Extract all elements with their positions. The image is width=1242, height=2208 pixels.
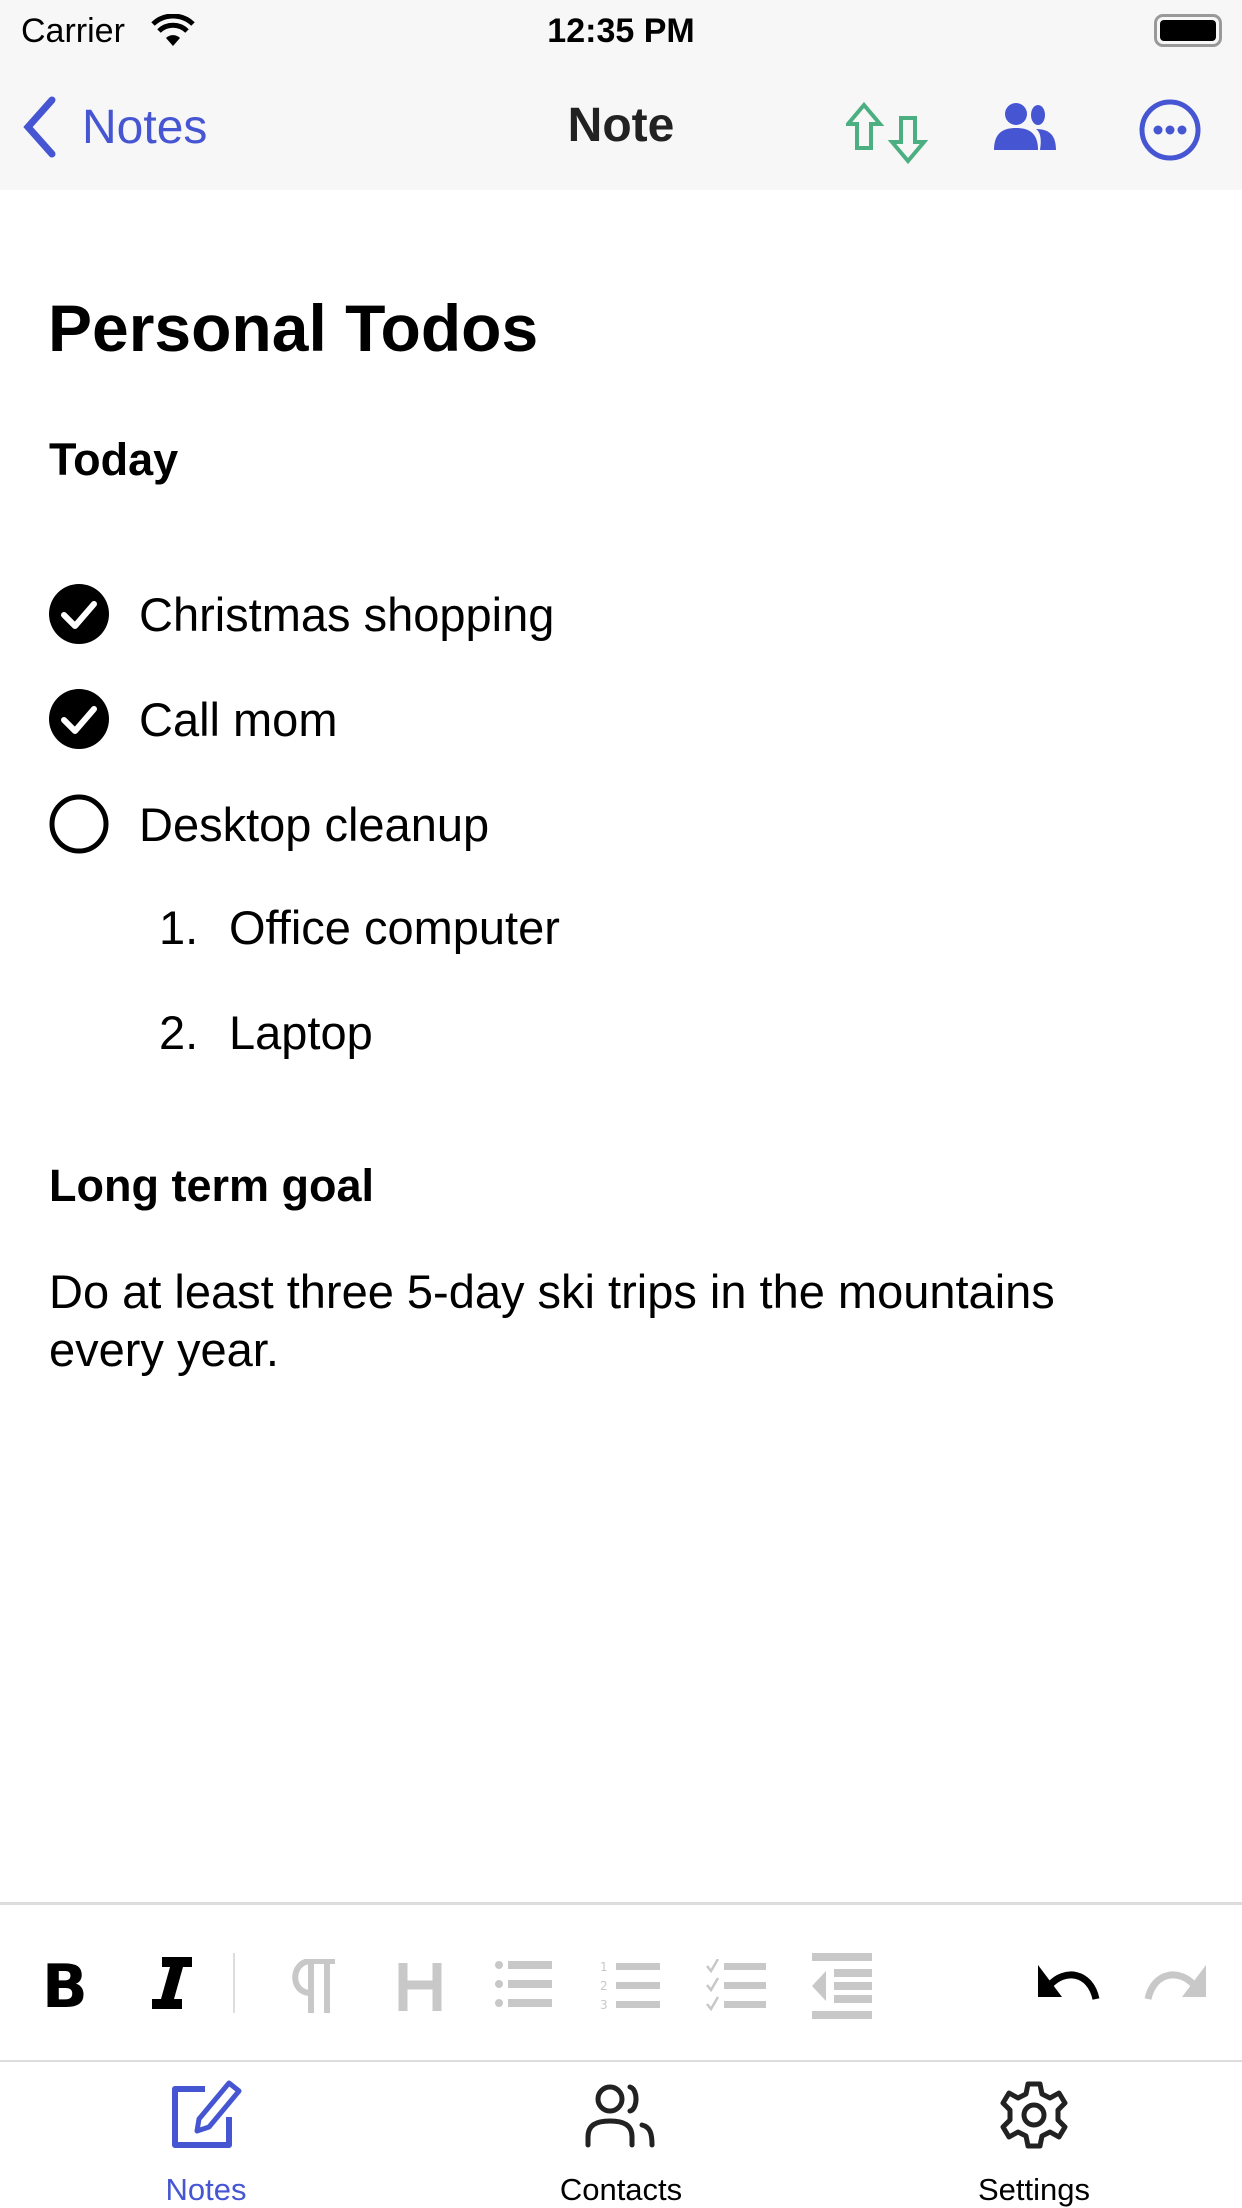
checklist-item: Call mom xyxy=(49,689,337,749)
numbered-item-text: Office computer xyxy=(229,901,560,954)
paragraph-line: every year. xyxy=(49,1323,279,1376)
checked-circle-icon[interactable] xyxy=(49,584,109,644)
status-bar: Carrier 12:35 PM xyxy=(0,0,1242,62)
navigation-bar: Notes Note xyxy=(0,62,1242,190)
contacts-icon xyxy=(585,2084,655,2148)
tab-label: Contacts xyxy=(559,2172,683,2207)
paragraph-line: Do at least three 5-day ski trips in the… xyxy=(49,1265,1055,1318)
tab-label: Settings xyxy=(977,2172,1090,2207)
tab-settings[interactable]: Settings xyxy=(914,2074,1154,2207)
clock: 12:35 PM xyxy=(547,12,695,50)
checklist-icon[interactable] xyxy=(706,1959,766,2013)
unchecked-circle-icon[interactable] xyxy=(49,794,109,854)
numbered-item-text: Laptop xyxy=(229,1006,373,1059)
bold-icon[interactable]: B xyxy=(40,1953,90,2013)
checklist-text: Desktop cleanup xyxy=(139,797,490,851)
back-button[interactable]: Notes xyxy=(20,92,207,162)
formatting-toolbar: B 1 2 3 xyxy=(0,1902,1242,2062)
svg-text:B: B xyxy=(42,1953,88,2013)
tab-notes[interactable]: Notes xyxy=(86,2074,326,2207)
tab-contacts[interactable]: Contacts xyxy=(501,2074,741,2207)
paragraph-icon[interactable] xyxy=(285,1959,339,2015)
checklist-text: Christmas shopping xyxy=(139,587,555,641)
toolbar-divider xyxy=(233,1953,235,2013)
heading-icon[interactable] xyxy=(398,1961,442,2011)
more-options-icon[interactable] xyxy=(1138,98,1202,162)
list-number: 2. xyxy=(159,1006,199,1059)
section-heading-goal: Long term goal xyxy=(49,1160,374,1211)
svg-text:1: 1 xyxy=(600,1960,608,1974)
gear-icon xyxy=(1000,2081,1068,2149)
bullet-list-icon[interactable] xyxy=(494,1959,552,2009)
back-label: Notes xyxy=(82,100,208,154)
chevron-left-icon xyxy=(23,96,56,158)
undo-icon[interactable] xyxy=(1036,1963,1102,2005)
sync-icon[interactable] xyxy=(846,102,942,164)
tab-label: Notes xyxy=(165,2172,247,2207)
svg-text:3: 3 xyxy=(600,1998,608,2012)
checked-circle-icon[interactable] xyxy=(49,689,109,749)
battery-icon xyxy=(1154,14,1222,47)
numbered-list-icon[interactable]: 1 2 3 xyxy=(600,1959,660,2013)
section-heading-today: Today xyxy=(49,434,179,485)
list-number: 1. xyxy=(159,901,199,954)
compose-icon xyxy=(172,2080,242,2148)
redo-icon[interactable] xyxy=(1142,1963,1208,2005)
checklist-text: Call mom xyxy=(139,692,338,746)
checklist-item: Christmas shopping xyxy=(49,584,554,644)
checklist-item: Desktop cleanup xyxy=(49,794,489,854)
italic-icon[interactable] xyxy=(148,1953,198,2013)
note-title: Personal Todos xyxy=(48,291,539,365)
share-people-icon[interactable] xyxy=(994,102,1058,152)
svg-text:2: 2 xyxy=(600,1979,608,1993)
note-editor[interactable]: Personal Todos Today Christmas shopping … xyxy=(0,190,1242,1904)
outdent-icon[interactable] xyxy=(812,1953,872,2019)
